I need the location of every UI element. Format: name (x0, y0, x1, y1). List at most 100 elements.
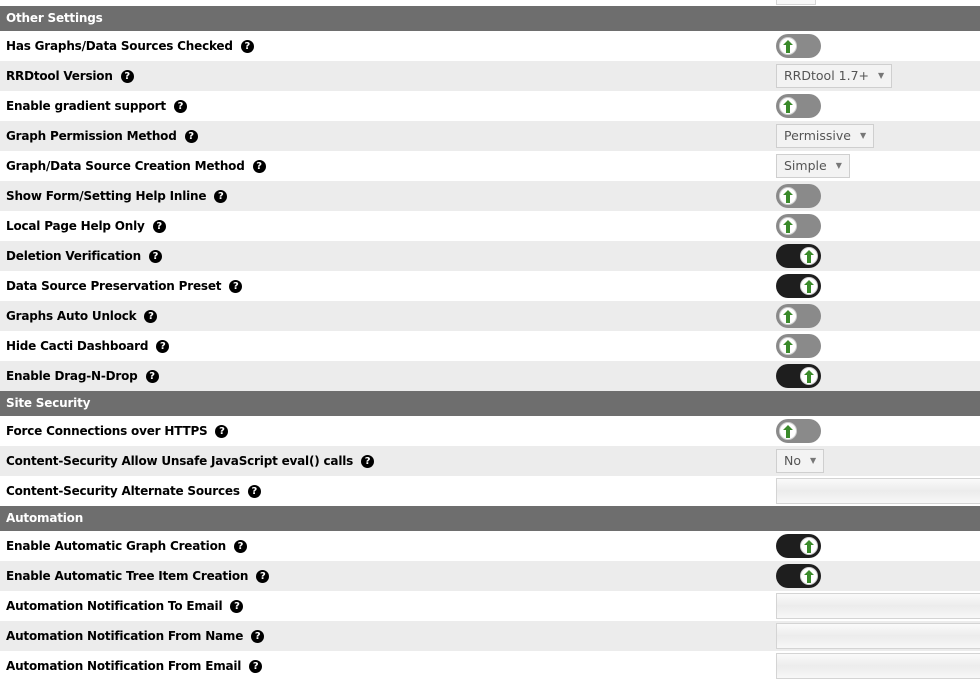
setting-label-wrap: Data Source Preservation Preset? (6, 271, 243, 301)
setting-control (776, 31, 821, 61)
setting-label-wrap: Enable Automatic Tree Item Creation? (6, 561, 270, 591)
setting-control: Simple ▼ (776, 151, 850, 181)
setting-control (776, 651, 980, 681)
toggle-switch-show-form-setting-help-inline[interactable] (776, 184, 821, 208)
question-circle-icon[interactable]: ? (148, 249, 162, 263)
green-arrow-up-icon (783, 340, 793, 353)
setting-label: Enable gradient support (6, 99, 166, 113)
dropdown-graph-permission-method[interactable]: Permissive ▼ (776, 124, 875, 148)
question-circle-icon[interactable]: ? (233, 539, 247, 553)
setting-row-rrdtool-version: RRDtool Version? RRDtool 1.7+ ▼ (0, 61, 980, 91)
toggle-switch-hide-cacti-dashboard[interactable] (776, 334, 821, 358)
setting-row-automation-notification-from-name: Automation Notification From Name? (0, 621, 980, 651)
setting-row-automation-notification-from-email: Automation Notification From Email? (0, 651, 980, 681)
toggle-knob (779, 97, 797, 115)
setting-row-enable-automatic-graph-creation: Enable Automatic Graph Creation? (0, 531, 980, 561)
green-arrow-up-icon (804, 280, 814, 293)
setting-label: Graphs Auto Unlock (6, 309, 137, 323)
toggle-switch-enable-drag-n-drop[interactable] (776, 364, 821, 388)
setting-control (776, 271, 821, 301)
question-circle-icon[interactable]: ? (256, 569, 270, 583)
setting-label-wrap: Automation Notification From Name? (6, 621, 265, 651)
setting-label-wrap: Automation Notification From Email? (6, 651, 263, 681)
setting-label: Content-Security Alternate Sources (6, 484, 240, 498)
setting-control (776, 621, 980, 651)
question-circle-icon[interactable]: ? (361, 454, 375, 468)
green-arrow-up-icon (804, 370, 814, 383)
setting-label-wrap: RRDtool Version? (6, 61, 134, 91)
setting-label: Force Connections over HTTPS (6, 424, 208, 438)
text-input-automation-notification-to-email[interactable] (776, 593, 980, 619)
toggle-knob (800, 537, 818, 555)
toggle-switch-has-graphs-data-sources-checked[interactable] (776, 34, 821, 58)
setting-label: Content-Security Allow Unsafe JavaScript… (6, 454, 354, 468)
question-circle-icon[interactable]: ? (229, 279, 243, 293)
setting-control (776, 211, 821, 241)
setting-control (776, 91, 821, 121)
question-circle-icon[interactable]: ? (120, 69, 134, 83)
dropdown-value: RRDtool 1.7+ (784, 68, 869, 83)
settings-form: Other Settings Has Graphs/Data Sources Ch… (0, 6, 980, 681)
green-arrow-up-icon (804, 540, 814, 553)
setting-label: Enable Drag-N-Drop (6, 369, 138, 383)
question-circle-icon[interactable]: ? (145, 369, 159, 383)
setting-label: Enable Automatic Graph Creation (6, 539, 226, 553)
toggle-switch-force-connections-over-https[interactable] (776, 419, 821, 443)
section-header-other-settings: Other Settings (0, 6, 980, 31)
setting-control (776, 241, 821, 271)
setting-control (776, 361, 821, 391)
setting-label-wrap: Content-Security Allow Unsafe JavaScript… (6, 446, 375, 476)
text-input-automation-notification-from-email[interactable] (776, 653, 980, 679)
question-circle-icon[interactable]: ? (249, 659, 263, 673)
text-input-content-security-alternate-sources[interactable] (776, 478, 980, 504)
question-circle-icon[interactable]: ? (152, 219, 166, 233)
setting-label-wrap: Show Form/Setting Help Inline? (6, 181, 228, 211)
toggle-switch-enable-automatic-graph-creation[interactable] (776, 534, 821, 558)
question-circle-icon[interactable]: ? (252, 159, 266, 173)
setting-label-wrap: Enable gradient support? (6, 91, 187, 121)
dropdown-rrdtool-version[interactable]: RRDtool 1.7+ ▼ (776, 64, 893, 88)
dropdown-graph-data-source-creation-method[interactable]: Simple ▼ (776, 154, 850, 178)
question-circle-icon[interactable]: ? (214, 189, 228, 203)
setting-control (776, 181, 821, 211)
question-circle-icon[interactable]: ? (184, 129, 198, 143)
question-circle-icon[interactable]: ? (215, 424, 229, 438)
setting-label: Hide Cacti Dashboard (6, 339, 149, 353)
setting-label-wrap: Automation Notification To Email? (6, 591, 244, 621)
green-arrow-up-icon (783, 190, 793, 203)
setting-row-deletion-verification: Deletion Verification? (0, 241, 980, 271)
setting-label: Enable Automatic Tree Item Creation (6, 569, 249, 583)
setting-label: Automation Notification To Email (6, 599, 223, 613)
setting-control (776, 301, 821, 331)
question-circle-icon[interactable]: ? (247, 484, 261, 498)
setting-label-wrap: Enable Drag-N-Drop? (6, 361, 159, 391)
toggle-switch-deletion-verification[interactable] (776, 244, 821, 268)
setting-row-content-security-alternate-sources: Content-Security Alternate Sources? (0, 476, 980, 506)
toggle-switch-data-source-preservation-preset[interactable] (776, 274, 821, 298)
text-input-automation-notification-from-name[interactable] (776, 623, 980, 649)
question-circle-icon[interactable]: ? (230, 599, 244, 613)
setting-control (776, 476, 980, 506)
question-circle-icon[interactable]: ? (240, 39, 254, 53)
question-circle-icon[interactable]: ? (144, 309, 158, 323)
green-arrow-up-icon (804, 250, 814, 263)
toggle-switch-enable-automatic-tree-item-creation[interactable] (776, 564, 821, 588)
setting-row-content-security-allow-unsafe-javascript-eval-calls: Content-Security Allow Unsafe JavaScript… (0, 446, 980, 476)
toggle-switch-enable-gradient-support[interactable] (776, 94, 821, 118)
setting-label: Data Source Preservation Preset (6, 279, 222, 293)
question-circle-icon[interactable]: ? (173, 99, 187, 113)
setting-label-wrap: Graph/Data Source Creation Method? (6, 151, 266, 181)
toggle-switch-local-page-help-only[interactable] (776, 214, 821, 238)
toggle-knob (779, 217, 797, 235)
dropdown-content-security-allow-unsafe-javascript-eval-calls[interactable]: No ▼ (776, 449, 825, 473)
question-circle-icon[interactable]: ? (251, 629, 265, 643)
caret-down-icon: ▼ (859, 131, 867, 140)
question-circle-icon[interactable]: ? (156, 339, 170, 353)
dropdown-value: Simple (784, 158, 827, 173)
toggle-knob (800, 567, 818, 585)
caret-down-icon: ▼ (878, 71, 885, 80)
setting-label-wrap: Deletion Verification? (6, 241, 162, 271)
setting-row-show-form-setting-help-inline: Show Form/Setting Help Inline? (0, 181, 980, 211)
toggle-switch-graphs-auto-unlock[interactable] (776, 304, 821, 328)
setting-row-graph-permission-method: Graph Permission Method? Permissive ▼ (0, 121, 980, 151)
